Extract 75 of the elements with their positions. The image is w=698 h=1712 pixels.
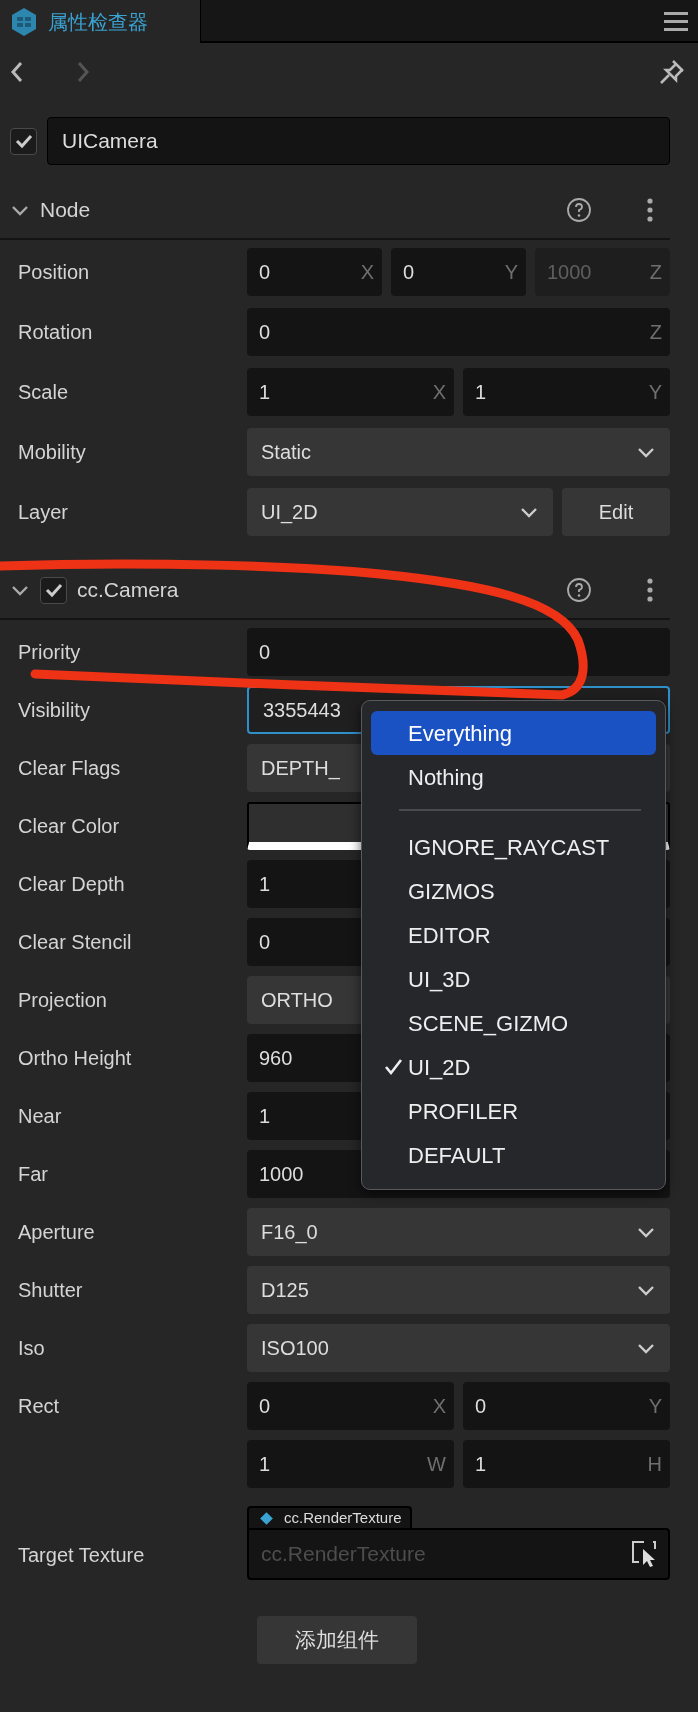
help-icon[interactable] — [566, 577, 592, 603]
property-label: Far — [18, 1163, 48, 1185]
axis-label: X — [432, 1394, 446, 1419]
number-field[interactable]: 1 H — [463, 1440, 670, 1488]
property-label: Layer — [18, 501, 69, 523]
axis-label: X — [432, 380, 446, 405]
menu-item[interactable]: Everything — [371, 711, 656, 755]
axis-label: Y — [648, 380, 662, 405]
checkmark-icon — [383, 1057, 404, 1077]
edit-button[interactable]: Edit — [562, 488, 670, 536]
number-field: 1000 Z — [535, 248, 670, 296]
menu-item[interactable]: UI_2D — [371, 1045, 656, 1089]
asset-type-tag: cc.RenderTexture — [247, 1506, 412, 1528]
property-label: Clear Depth — [18, 873, 125, 895]
property-label: Target Texture — [18, 1544, 145, 1566]
add-component-button[interactable]: 添加组件 — [257, 1616, 417, 1664]
menu-item[interactable]: EDITOR — [371, 913, 656, 957]
menu-item[interactable]: UI_3D — [371, 957, 656, 1001]
dropdown[interactable]: ISO100 — [247, 1324, 670, 1372]
asset-field[interactable]: cc.RenderTexture — [247, 1528, 670, 1580]
number-field[interactable]: 0 — [247, 628, 670, 676]
axis-label: Z — [649, 320, 662, 345]
hexagon-logo-icon — [10, 6, 38, 37]
number-field[interactable]: 1 W — [247, 1440, 454, 1488]
pin-icon[interactable] — [658, 57, 686, 86]
checkbox[interactable] — [10, 127, 37, 155]
number-field[interactable]: 1 X — [247, 368, 454, 416]
menu-item[interactable]: IGNORE_RAYCAST — [371, 825, 656, 869]
pick-cursor-icon[interactable] — [630, 1539, 658, 1569]
property-label: Priority — [18, 641, 81, 663]
more-options-icon[interactable] — [646, 197, 654, 223]
axis-label: Y — [648, 1394, 662, 1419]
name-field[interactable]: UICamera — [47, 117, 670, 165]
dropdown[interactable]: UI_2D — [247, 488, 553, 536]
property-label: Shutter — [18, 1279, 83, 1301]
property-label: Rect — [18, 1395, 60, 1417]
panel-title: 属性检查器 — [48, 9, 148, 35]
number-field[interactable]: 0 X — [247, 1382, 454, 1430]
section-title: cc.Camera — [77, 577, 179, 604]
dropdown[interactable]: D125 — [247, 1266, 670, 1314]
number-field[interactable]: 1 Y — [463, 368, 670, 416]
menu-item[interactable]: SCENE_GIZMO — [371, 1001, 656, 1045]
property-label: Scale — [18, 381, 69, 403]
property-label: Clear Stencil — [18, 931, 132, 953]
axis-label: Z — [649, 260, 662, 285]
checkbox[interactable] — [40, 576, 67, 604]
menu-item[interactable]: DEFAULT — [371, 1133, 656, 1177]
menu-item[interactable]: Nothing — [371, 755, 656, 799]
axis-label: W — [427, 1452, 446, 1477]
property-label: Projection — [18, 989, 107, 1011]
dropdown[interactable]: Static — [247, 428, 670, 476]
dropdown[interactable]: F16_0 — [247, 1208, 670, 1256]
property-label: Near — [18, 1105, 62, 1127]
number-field[interactable]: 0 Y — [463, 1382, 670, 1430]
property-label: Clear Flags — [18, 757, 121, 779]
property-label: Mobility — [18, 441, 86, 463]
number-field[interactable]: 0 Y — [391, 248, 526, 296]
property-label: Iso — [18, 1337, 45, 1359]
number-field[interactable]: 0 Z — [247, 308, 670, 356]
help-icon[interactable] — [566, 197, 592, 223]
property-label: Aperture — [18, 1221, 95, 1243]
menu-item[interactable]: PROFILER — [371, 1089, 656, 1133]
section-title: Node — [40, 197, 91, 224]
property-label: Position — [18, 261, 90, 283]
property-label: Rotation — [18, 321, 93, 343]
property-label: Clear Color — [18, 815, 120, 837]
menu-item[interactable]: GIZMOS — [371, 869, 656, 913]
axis-label: H — [647, 1452, 662, 1477]
more-options-icon[interactable] — [646, 577, 654, 603]
property-label: Visibility — [18, 699, 90, 721]
number-field[interactable]: 0 X — [247, 248, 382, 296]
property-label: Ortho Height — [18, 1047, 132, 1069]
axis-label: X — [360, 260, 374, 285]
axis-label: Y — [504, 260, 518, 285]
text-input[interactable]: cc.RenderTexture — [261, 1538, 561, 1570]
